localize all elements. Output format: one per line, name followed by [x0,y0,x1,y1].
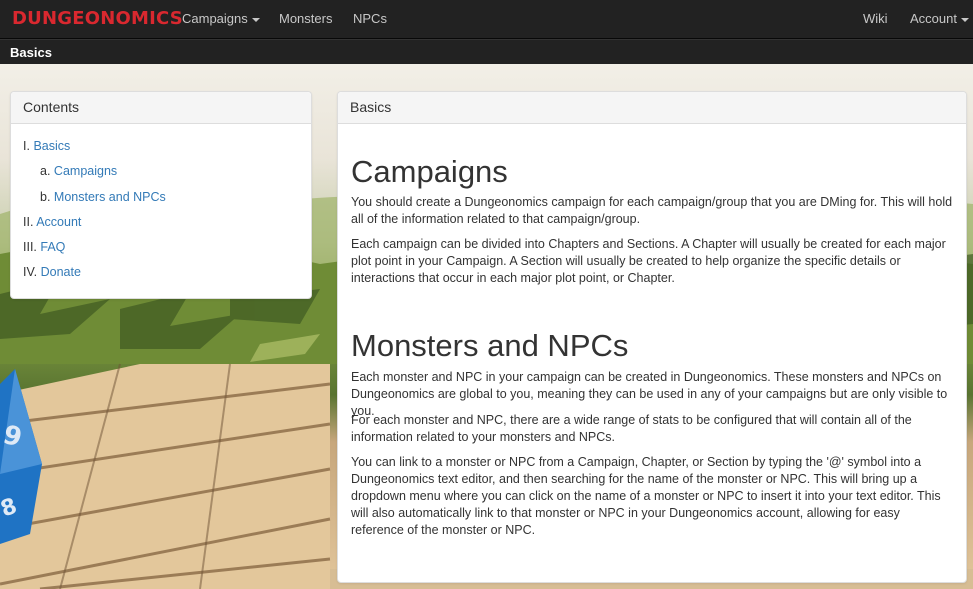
nav-npcs[interactable]: NPCs [353,0,387,39]
toc-number: b. [40,189,51,204]
section-title-monsters-npcs: Monsters and NPCs [351,328,629,363]
nav-account-label: Account [910,11,957,26]
toc-link-basics[interactable]: Basics [33,139,70,153]
toc-link-monsters-npcs[interactable]: Monsters and NPCs [54,190,166,204]
nav-campaigns-label: Campaigns [182,11,248,26]
section-title-campaigns: Campaigns [351,154,508,189]
main-content-panel: Basics Campaigns You should create a Dun… [337,91,967,583]
page-subheader: Basics [0,39,973,64]
toc-item-campaigns: a. Campaigns [23,159,311,184]
nav-wiki[interactable]: Wiki [863,0,888,39]
monsters-paragraph-3: You can link to a monster or NPC from a … [351,455,941,537]
toc-link-donate[interactable]: Donate [41,265,81,279]
brand-logo[interactable]: DUNGEONOMICS [12,8,183,29]
campaigns-paragraph-2: Each campaign can be divided into Chapte… [351,237,946,285]
toc-item-basics: I. Basics [23,134,311,159]
caret-down-icon [960,17,969,22]
contents-heading: Contents [11,92,311,124]
toc-link-faq[interactable]: FAQ [40,240,65,254]
page-title: Basics [10,45,52,60]
caret-down-icon [251,17,260,22]
nav-monsters[interactable]: Monsters [279,0,332,39]
main-panel-heading: Basics [338,92,966,124]
toc-link-campaigns[interactable]: Campaigns [54,164,117,178]
toc-number: I. [23,139,30,153]
toc-number: III. [23,240,37,255]
contents-panel: Contents I. Basics a. Campaigns b. Monst… [10,91,312,299]
nav-account-dropdown[interactable]: Account [910,0,969,39]
nav-campaigns-dropdown[interactable]: Campaigns [182,0,260,39]
campaigns-paragraph-1: You should create a Dungeonomics campaig… [351,195,953,226]
toc-item-faq: III. FAQ [23,235,311,260]
contents-list: I. Basics a. Campaigns b. Monsters and N… [11,124,311,286]
toc-item-account: II. Account [23,210,311,235]
toc-item-donate: IV. Donate [23,260,311,285]
toc-number: a. [40,164,51,179]
toc-item-monsters-npcs: b. Monsters and NPCs [23,185,311,210]
monsters-paragraph-2: For each monster and NPC, there are a wi… [351,413,912,444]
toc-number: II. [23,214,34,229]
top-navbar: DUNGEONOMICS Campaigns Monsters NPCs Wik… [0,0,973,39]
toc-number: IV. [23,265,38,280]
toc-link-account[interactable]: Account [36,215,81,229]
